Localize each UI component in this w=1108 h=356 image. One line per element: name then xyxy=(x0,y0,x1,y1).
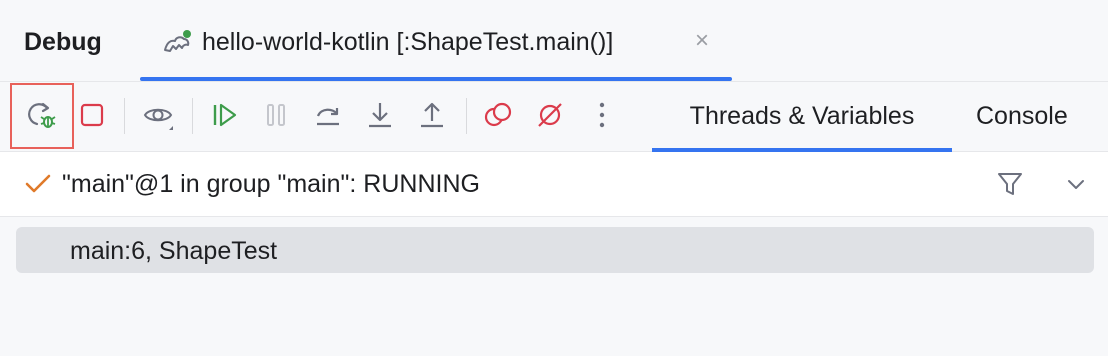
resume-button[interactable] xyxy=(204,95,244,135)
pause-button[interactable] xyxy=(256,95,296,135)
mute-breakpoints-icon xyxy=(538,103,562,127)
thread-selector[interactable]: "main"@1 in group "main": RUNNING xyxy=(0,152,1108,217)
stop-icon xyxy=(80,103,104,127)
tab-label: Threads & Variables xyxy=(689,102,915,130)
toolbar-separator xyxy=(124,98,125,134)
step-out-button[interactable] xyxy=(412,95,452,135)
mute-breakpoints-button[interactable] xyxy=(530,95,570,135)
tool-window-title: Debug xyxy=(24,28,102,56)
session-tab-label: hello-world-kotlin [:ShapeTest.main()] xyxy=(202,28,614,56)
step-out-icon xyxy=(421,102,443,128)
stop-button[interactable] xyxy=(72,95,112,135)
tab-label: Console xyxy=(976,102,1068,130)
list-item[interactable]: main:6, ShapeTest xyxy=(16,227,1094,273)
filter-icon[interactable] xyxy=(996,170,1024,198)
step-over-button[interactable] xyxy=(308,95,348,135)
step-into-icon xyxy=(369,103,391,128)
view-breakpoints-button[interactable] xyxy=(478,95,518,135)
view-options-button[interactable] xyxy=(138,95,178,135)
kotlin-run-config-icon xyxy=(162,30,192,56)
step-over-icon xyxy=(316,108,339,126)
debug-toolbar: Threads & Variables Console xyxy=(0,82,1108,152)
more-button[interactable] xyxy=(582,95,622,135)
eye-icon xyxy=(143,108,173,130)
session-tab[interactable]: hello-world-kotlin [:ShapeTest.main()] × xyxy=(140,14,732,81)
frames-list: main:6, ShapeTest xyxy=(0,217,1108,356)
frame-label: main:6, ShapeTest xyxy=(70,237,278,265)
chevron-down-icon[interactable] xyxy=(1064,174,1088,194)
toolbar-separator xyxy=(466,98,467,134)
resume-icon xyxy=(213,103,237,127)
tab-threads-variables[interactable]: Threads & Variables xyxy=(652,82,952,152)
breakpoints-icon xyxy=(484,102,512,127)
pause-icon xyxy=(267,104,285,126)
toolbar-separator xyxy=(192,98,193,134)
tab-console[interactable]: Console xyxy=(976,82,1076,151)
debug-tool-header: Debug hello-world-kotlin [:ShapeTest.mai… xyxy=(0,0,1108,82)
thread-label: "main"@1 in group "main": RUNNING xyxy=(62,170,480,198)
close-icon[interactable]: × xyxy=(692,29,712,53)
rerun-button-highlight xyxy=(10,83,74,149)
session-tab-underline xyxy=(140,77,732,81)
step-into-button[interactable] xyxy=(360,95,400,135)
more-vertical-icon xyxy=(599,102,605,128)
check-icon xyxy=(24,172,52,196)
